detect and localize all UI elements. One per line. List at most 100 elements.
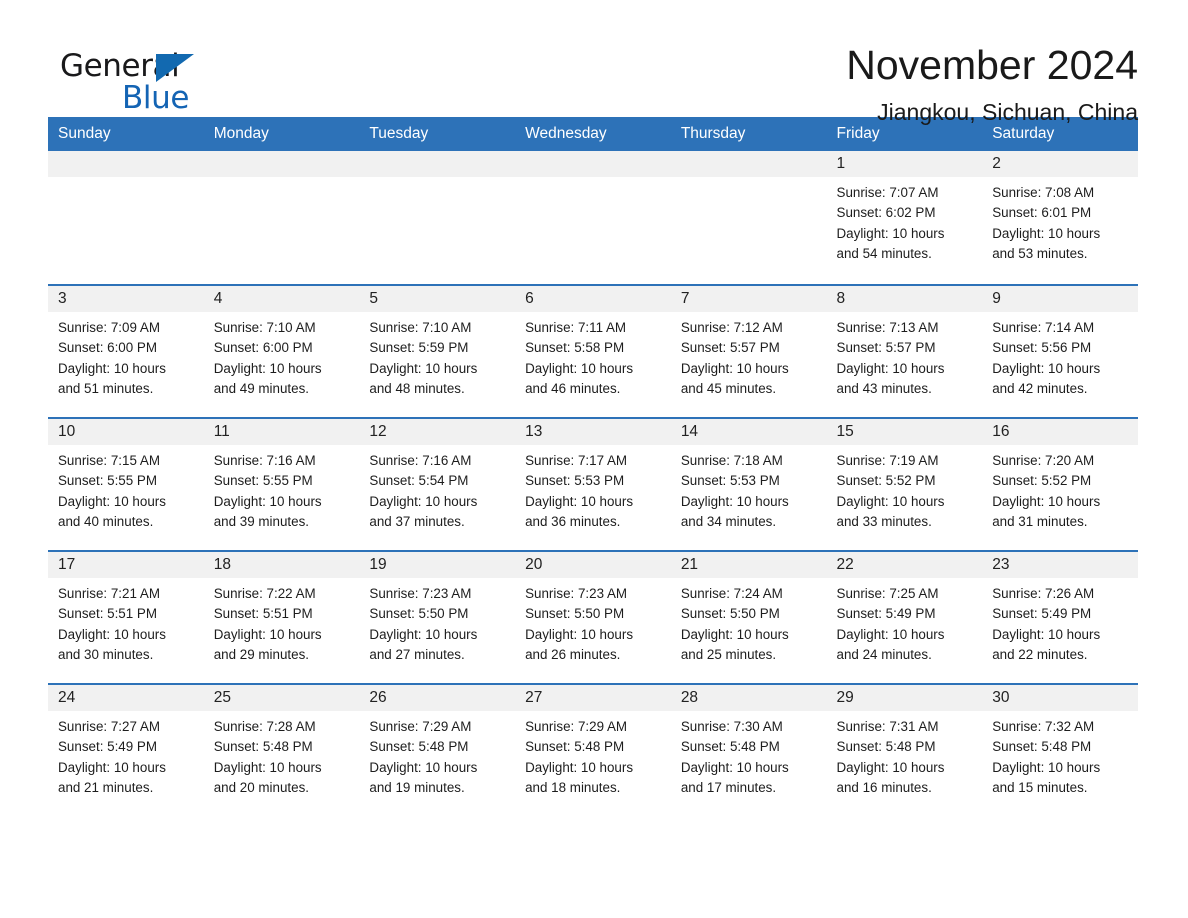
day-details: Sunrise: 7:07 AM Sunset: 6:02 PM Daylight:… (827, 177, 983, 264)
daylight-text-line1: Daylight: 10 hours (58, 360, 166, 376)
calendar-day-cell[interactable]: 29 Sunrise: 7:31 AM Sunset: 5:48 PM Dayligh… (826, 683, 983, 816)
sunset-text: Sunset: 5:50 PM (369, 606, 469, 622)
day-details: Sunrise: 7:18 AM Sunset: 5:53 PM Daylight:… (671, 445, 827, 532)
calendar-day-cell[interactable]: 16 Sunrise: 7:20 AM Sunset: 5:52 PM Dayligh… (982, 417, 1138, 550)
calendar-day-cell[interactable]: 8 Sunrise: 7:13 AM Sunset: 5:57 PM Daylight… (826, 284, 983, 417)
day-number: 17 (48, 552, 204, 578)
day-details: Sunrise: 7:31 AM Sunset: 5:48 PM Daylight:… (827, 711, 983, 798)
day-cell-inner: 4 Sunrise: 7:10 AM Sunset: 6:00 PM Daylight… (203, 284, 360, 417)
day-number: 10 (48, 419, 204, 445)
calendar-day-cell[interactable]: 2 Sunrise: 7:08 AM Sunset: 6:01 PM Daylight… (982, 151, 1138, 284)
daylight-text-line2: and 37 minutes. (369, 513, 465, 529)
calendar-day-cell[interactable]: 3 Sunrise: 7:09 AM Sunset: 6:00 PM Daylight… (48, 284, 204, 417)
calendar-day-cell[interactable]: 4 Sunrise: 7:10 AM Sunset: 6:00 PM Daylight… (203, 284, 360, 417)
calendar-day-cell[interactable]: 1 Sunrise: 7:07 AM Sunset: 6:02 PM Daylight… (826, 151, 983, 284)
sunset-text: Sunset: 5:53 PM (525, 473, 625, 489)
logo-triangle-icon (156, 54, 194, 82)
day-number (515, 151, 671, 177)
day-details: Sunrise: 7:20 AM Sunset: 5:52 PM Daylight:… (982, 445, 1138, 532)
calendar-day-cell[interactable]: 6 Sunrise: 7:11 AM Sunset: 5:58 PM Daylight… (515, 284, 671, 417)
daylight-text-line2: and 31 minutes. (992, 513, 1088, 529)
daylight-text-line1: Daylight: 10 hours (992, 493, 1101, 509)
day-number: 3 (48, 286, 204, 312)
calendar-day-cell[interactable]: 11 Sunrise: 7:16 AM Sunset: 5:55 PM Dayligh… (203, 417, 360, 550)
calendar-day-cell[interactable]: 9 Sunrise: 7:14 AM Sunset: 5:56 PM Daylight… (982, 284, 1138, 417)
calendar-day-cell[interactable]: 12 Sunrise: 7:16 AM Sunset: 5:54 PM Dayligh… (359, 417, 516, 550)
day-cell-inner: 23 Sunrise: 7:26 AM Sunset: 5:49 PM Dayligh… (982, 550, 1138, 683)
day-number: 29 (826, 685, 983, 711)
daylight-text-line2: and 29 minutes. (213, 646, 309, 662)
sunset-text: Sunset: 5:56 PM (992, 340, 1092, 356)
calendar-day-cell (515, 151, 671, 284)
calendar-day-cell[interactable]: 24 Sunrise: 7:27 AM Sunset: 5:49 PM Dayligh… (48, 683, 204, 816)
daylight-text-line1: Daylight: 10 hours (680, 493, 789, 509)
sunset-text: Sunset: 5:58 PM (525, 340, 625, 356)
sunrise-text: Sunrise: 7:32 AM (992, 719, 1095, 734)
calendar-day-cell[interactable]: 15 Sunrise: 7:19 AM Sunset: 5:52 PM Dayligh… (826, 417, 983, 550)
daylight-text-line1: Daylight: 10 hours (680, 759, 789, 775)
day-details (204, 177, 360, 183)
sunset-text: Sunset: 5:49 PM (992, 606, 1092, 622)
daylight-text-line2: and 45 minutes. (680, 380, 777, 396)
day-number (670, 151, 827, 177)
calendar-page: General Blue November 2024 Jiangkou, Sic… (0, 0, 1188, 918)
sunset-text: Sunset: 5:49 PM (836, 606, 936, 622)
calendar-day-cell[interactable]: 27 Sunrise: 7:29 AM Sunset: 5:48 PM Dayligh… (515, 683, 671, 816)
day-number (359, 151, 516, 177)
day-number: 23 (982, 552, 1138, 578)
calendar-day-cell[interactable]: 7 Sunrise: 7:12 AM Sunset: 5:57 PM Daylight… (670, 284, 827, 417)
daylight-text-line1: Daylight: 10 hours (213, 759, 322, 775)
day-number: 15 (826, 419, 983, 445)
day-cell-inner: 30 Sunrise: 7:32 AM Sunset: 5:48 PM Dayligh… (982, 683, 1138, 816)
day-details (359, 177, 515, 183)
generalblue-logo[interactable]: General Blue (48, 44, 198, 120)
calendar-day-cell[interactable]: 14 Sunrise: 7:18 AM Sunset: 5:53 PM Dayligh… (670, 417, 827, 550)
daylight-text-line2: and 18 minutes. (525, 779, 621, 795)
day-number: 16 (982, 419, 1138, 445)
calendar-day-cell[interactable]: 22 Sunrise: 7:25 AM Sunset: 5:49 PM Dayligh… (826, 550, 983, 683)
calendar-day-cell[interactable]: 21 Sunrise: 7:24 AM Sunset: 5:50 PM Dayligh… (670, 550, 827, 683)
sunset-text: Sunset: 5:48 PM (836, 739, 936, 755)
sunrise-text: Sunrise: 7:25 AM (836, 586, 939, 601)
day-details: Sunrise: 7:22 AM Sunset: 5:51 PM Daylight:… (204, 578, 360, 665)
calendar-day-cell[interactable]: 20 Sunrise: 7:23 AM Sunset: 5:50 PM Dayligh… (515, 550, 671, 683)
day-number (48, 151, 204, 177)
day-number: 19 (359, 552, 516, 578)
daylight-text-line1: Daylight: 10 hours (992, 360, 1101, 376)
day-details: Sunrise: 7:09 AM Sunset: 6:00 PM Daylight:… (48, 312, 204, 399)
sunrise-text: Sunrise: 7:11 AM (525, 320, 627, 335)
calendar-day-cell[interactable]: 23 Sunrise: 7:26 AM Sunset: 5:49 PM Dayligh… (982, 550, 1138, 683)
day-number: 13 (515, 419, 671, 445)
calendar-day-cell[interactable]: 10 Sunrise: 7:15 AM Sunset: 5:55 PM Dayligh… (48, 417, 204, 550)
day-cell-inner: 13 Sunrise: 7:17 AM Sunset: 5:53 PM Dayligh… (515, 417, 671, 550)
calendar-day-cell[interactable]: 17 Sunrise: 7:21 AM Sunset: 5:51 PM Dayligh… (48, 550, 204, 683)
day-cell-inner: 12 Sunrise: 7:16 AM Sunset: 5:54 PM Dayligh… (359, 417, 516, 550)
day-details: Sunrise: 7:28 AM Sunset: 5:48 PM Daylight:… (204, 711, 360, 798)
sunset-text: Sunset: 5:51 PM (58, 606, 157, 622)
day-details: Sunrise: 7:10 AM Sunset: 6:00 PM Daylight:… (204, 312, 360, 399)
sunset-text: Sunset: 5:52 PM (992, 473, 1092, 489)
calendar-day-cell[interactable]: 5 Sunrise: 7:10 AM Sunset: 5:59 PM Daylight… (359, 284, 516, 417)
calendar-day-cell[interactable]: 26 Sunrise: 7:29 AM Sunset: 5:48 PM Dayligh… (359, 683, 516, 816)
calendar-day-cell[interactable]: 25 Sunrise: 7:28 AM Sunset: 5:48 PM Dayligh… (203, 683, 360, 816)
sunrise-text: Sunrise: 7:27 AM (58, 719, 160, 734)
sunset-text: Sunset: 5:53 PM (680, 473, 780, 489)
sunset-text: Sunset: 5:48 PM (992, 739, 1092, 755)
daylight-text-line2: and 21 minutes. (58, 779, 154, 795)
day-cell-inner: 29 Sunrise: 7:31 AM Sunset: 5:48 PM Dayligh… (826, 683, 983, 816)
daylight-text-line1: Daylight: 10 hours (836, 225, 945, 241)
calendar-day-cell[interactable]: 19 Sunrise: 7:23 AM Sunset: 5:50 PM Dayligh… (359, 550, 516, 683)
daylight-text-line2: and 48 minutes. (369, 380, 465, 396)
daylight-text-line2: and 17 minutes. (680, 779, 777, 795)
sunrise-text: Sunrise: 7:18 AM (680, 453, 783, 468)
sunset-text: Sunset: 5:57 PM (680, 340, 780, 356)
calendar-day-cell[interactable]: 30 Sunrise: 7:32 AM Sunset: 5:48 PM Dayligh… (982, 683, 1138, 816)
weekday-header-sunday: Sunday (48, 117, 204, 151)
day-cell-inner: 24 Sunrise: 7:27 AM Sunset: 5:49 PM Dayligh… (48, 683, 204, 816)
calendar-day-cell[interactable]: 28 Sunrise: 7:30 AM Sunset: 5:48 PM Dayligh… (670, 683, 827, 816)
calendar-day-cell[interactable]: 18 Sunrise: 7:22 AM Sunset: 5:51 PM Dayligh… (203, 550, 360, 683)
calendar-day-cell[interactable]: 13 Sunrise: 7:17 AM Sunset: 5:53 PM Dayligh… (515, 417, 671, 550)
daylight-text-line1: Daylight: 10 hours (213, 360, 322, 376)
day-cell-inner: 16 Sunrise: 7:20 AM Sunset: 5:52 PM Dayligh… (982, 417, 1138, 550)
sunrise-text: Sunrise: 7:16 AM (213, 453, 316, 468)
